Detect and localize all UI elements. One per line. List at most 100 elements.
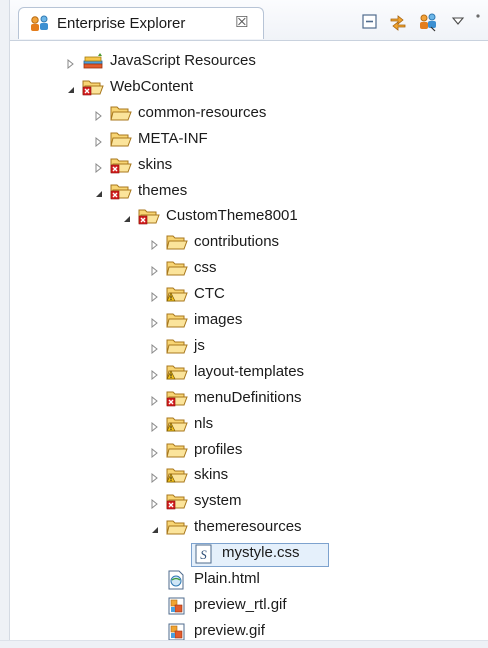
folder-icon bbox=[166, 441, 188, 459]
collapsed-twistie-icon[interactable] bbox=[150, 445, 160, 458]
tree-item-label: WebContent bbox=[110, 77, 194, 95]
folder-open-error-icon bbox=[82, 78, 104, 96]
folder-error-icon bbox=[166, 492, 188, 510]
collapsed-twistie-icon[interactable] bbox=[150, 496, 160, 510]
tree-item[interactable]: skins bbox=[10, 153, 480, 177]
tree-item[interactable]: js bbox=[10, 334, 480, 358]
html-file-icon bbox=[166, 570, 186, 590]
collapsed-twistie-icon[interactable] bbox=[150, 263, 160, 277]
tree-item[interactable]: Plain.html bbox=[10, 567, 480, 591]
tree-item[interactable]: common-resources bbox=[10, 101, 480, 125]
folder-warning-icon bbox=[166, 285, 188, 303]
expanded-twistie-icon[interactable] bbox=[94, 186, 104, 197]
expanded-twistie-icon[interactable] bbox=[122, 211, 132, 223]
tree-item-label: preview.gif bbox=[194, 621, 265, 639]
tree-item-label: CTC bbox=[194, 285, 225, 303]
folder-error-icon bbox=[110, 156, 132, 174]
collapsed-twistie-icon[interactable] bbox=[150, 393, 160, 406]
collapse-all-icon[interactable] bbox=[360, 12, 380, 32]
tree-item[interactable]: WebContent bbox=[10, 75, 480, 99]
tree-item-label: common-resources bbox=[138, 103, 267, 121]
folder-icon bbox=[166, 311, 188, 329]
tree-item[interactable]: JavaScript Resources bbox=[10, 49, 480, 73]
image-file-icon bbox=[166, 596, 186, 615]
folder-warning-icon bbox=[166, 363, 188, 381]
tab-enterprise-explorer[interactable]: Enterprise Explorer ☒ bbox=[18, 7, 264, 39]
tree-item[interactable]: images bbox=[10, 308, 480, 332]
tree-item[interactable]: system bbox=[10, 489, 480, 513]
enterprise-explorer-view: Enterprise Explorer ☒ JavaScript Resourc… bbox=[0, 0, 488, 648]
tree-item[interactable]: skins bbox=[10, 463, 480, 487]
tree-item-label: menuDefinitions bbox=[194, 388, 302, 406]
tree-item-label: skins bbox=[194, 466, 229, 484]
tab-title: Enterprise Explorer bbox=[57, 15, 186, 32]
tree-item-label: mystyle.css bbox=[222, 544, 300, 562]
tree-item-label: profiles bbox=[194, 440, 243, 458]
tree-item[interactable]: CTC bbox=[10, 282, 480, 306]
left-gutter bbox=[0, 0, 10, 648]
folder-icon bbox=[110, 104, 132, 122]
tree-item-label: themes bbox=[138, 181, 188, 199]
tree-item-label: layout-templates bbox=[194, 362, 305, 380]
folder-icon bbox=[166, 337, 188, 355]
folder-icon bbox=[166, 233, 188, 251]
view-header: Enterprise Explorer ☒ bbox=[10, 0, 488, 41]
folder-icon bbox=[110, 130, 132, 148]
tree-item-label: js bbox=[194, 336, 205, 354]
collapsed-twistie-icon[interactable] bbox=[150, 341, 160, 354]
tree-item[interactable]: nls bbox=[10, 412, 480, 436]
library-icon bbox=[82, 52, 103, 70]
tree-item[interactable]: css bbox=[10, 256, 480, 280]
tree-item-label: skins bbox=[138, 155, 173, 173]
collapsed-twistie-icon[interactable] bbox=[150, 419, 160, 432]
tree-item-label: Plain.html bbox=[194, 570, 260, 587]
expanded-twistie-icon[interactable] bbox=[66, 82, 76, 93]
bottom-border bbox=[0, 640, 488, 648]
enterprise-explorer-icon bbox=[29, 14, 51, 39]
collapsed-twistie-icon[interactable] bbox=[94, 108, 104, 121]
tree-item[interactable]: META-INF bbox=[10, 127, 480, 151]
tree-item[interactable]: themes bbox=[10, 179, 480, 203]
tree-item-label: css bbox=[194, 259, 217, 277]
tree-item[interactable]: preview_rtl.gif bbox=[10, 593, 480, 617]
folder-icon bbox=[166, 259, 188, 277]
link-with-editor-icon[interactable] bbox=[388, 12, 408, 32]
tree-item[interactable]: contributions bbox=[10, 230, 480, 254]
tree-item-label: nls bbox=[194, 414, 214, 432]
people-icon[interactable] bbox=[418, 12, 438, 32]
folder-error-icon bbox=[110, 182, 132, 200]
tree-item-label: contributions bbox=[194, 233, 280, 251]
tree-item-label: META-INF bbox=[138, 129, 208, 147]
tree-item-label: preview_rtl.gif bbox=[194, 595, 287, 613]
tree-item-label: CustomTheme8001 bbox=[166, 207, 298, 225]
svg-text:S: S bbox=[200, 547, 207, 562]
folder-warning-icon bbox=[166, 415, 188, 433]
tree-item[interactable]: menuDefinitions bbox=[10, 386, 480, 410]
collapsed-twistie-icon[interactable] bbox=[150, 470, 160, 484]
expanded-twistie-icon[interactable] bbox=[150, 522, 160, 534]
collapsed-twistie-icon[interactable] bbox=[150, 289, 160, 303]
folder-icon bbox=[166, 518, 188, 536]
tree-item-label: JavaScript Resources bbox=[110, 52, 256, 69]
tree-item[interactable]: profiles bbox=[10, 438, 480, 462]
folder-error-icon bbox=[166, 389, 188, 407]
tree-item[interactable]: CustomTheme8001 bbox=[10, 204, 480, 228]
collapsed-twistie-icon[interactable] bbox=[94, 134, 104, 147]
view-menu-icon[interactable] bbox=[448, 12, 468, 32]
collapsed-twistie-icon[interactable] bbox=[150, 315, 160, 329]
collapsed-twistie-icon[interactable] bbox=[66, 56, 76, 70]
tree-item[interactable]: themeresources bbox=[10, 515, 480, 539]
tree-item[interactable]: Smystyle.css bbox=[10, 541, 480, 568]
collapsed-twistie-icon[interactable] bbox=[150, 367, 160, 380]
collapsed-twistie-icon[interactable] bbox=[94, 160, 104, 173]
collapsed-twistie-icon[interactable] bbox=[150, 237, 160, 251]
tree-item-label: system bbox=[194, 492, 242, 510]
tree-item[interactable]: layout-templates bbox=[10, 360, 480, 384]
folder-error-icon bbox=[138, 207, 160, 225]
tree-item-label: themeresources bbox=[194, 518, 302, 536]
image-file-icon bbox=[166, 622, 186, 641]
more-toolbar-icon[interactable] bbox=[472, 12, 484, 32]
close-icon[interactable]: ☒ bbox=[235, 13, 248, 31]
folder-warning-icon bbox=[166, 466, 188, 484]
tree-item-label: images bbox=[194, 311, 243, 328]
